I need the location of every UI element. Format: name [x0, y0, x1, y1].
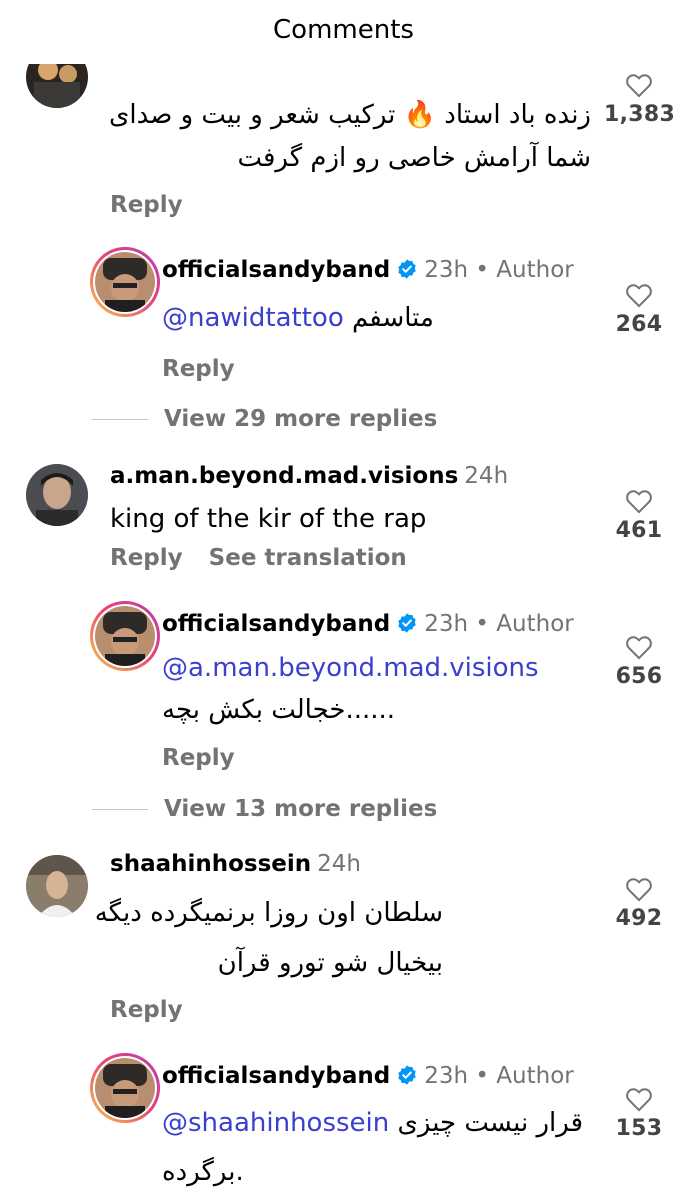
like-count: 492	[615, 906, 663, 931]
view-more-replies[interactable]: View 13 more replies	[92, 796, 437, 822]
avatar[interactable]	[26, 855, 88, 917]
heart-icon	[626, 878, 652, 902]
avatar[interactable]	[90, 247, 160, 317]
comment-time: 23h • Author	[424, 611, 574, 637]
verified-badge-icon	[398, 259, 416, 279]
like-count: 1,383	[604, 102, 676, 127]
heart-icon	[626, 74, 652, 98]
verified-badge-icon	[398, 613, 416, 633]
verified-badge-icon	[398, 1065, 416, 1085]
heart-icon	[626, 284, 652, 308]
reply-button[interactable]: Reply	[110, 997, 209, 1023]
comment-time: 24h	[317, 851, 361, 877]
mention-link[interactable]: @shaahinhossein	[162, 1108, 389, 1138]
comment-text-line: زنده باد استاد 🔥 ترکیب شعر و بیت و صدای	[109, 100, 591, 130]
reply-button[interactable]: Reply	[162, 356, 261, 382]
comment-text-body: قرار نیست چیزی	[397, 1108, 584, 1138]
like-count: 264	[615, 312, 663, 337]
mention-link[interactable]: @nawidtattoo	[162, 303, 344, 333]
comment-text-body: متاسفم	[352, 303, 434, 333]
reply-button[interactable]: Reply	[110, 192, 209, 218]
comment-text-line: شما آرامش خاصی رو ازم گرفت	[237, 143, 591, 173]
like-count: 656	[615, 664, 663, 689]
like-button[interactable]: 1,383	[604, 72, 676, 127]
comment-text-line: .برگرده	[162, 1157, 244, 1187]
comments-header: Comments	[0, 0, 687, 64]
divider	[92, 809, 148, 810]
comment-text: @shaahinhossein قرار نیست چیزی	[162, 1103, 583, 1143]
username[interactable]: officialsandyband	[162, 611, 390, 637]
view-more-replies[interactable]: View 29 more replies	[92, 406, 437, 432]
comment-text-line: سلطان اون روزا برنمیگرده دیگه	[94, 898, 443, 928]
username[interactable]: shaahinhossein	[110, 851, 311, 877]
comment-text: @nawidtattoo متاسفم	[162, 298, 434, 338]
avatar[interactable]	[26, 464, 88, 526]
like-button[interactable]: 461	[604, 488, 674, 543]
like-button[interactable]: 656	[604, 634, 674, 689]
like-count: 461	[615, 518, 663, 543]
username[interactable]: officialsandyband	[162, 1063, 390, 1089]
heart-icon	[626, 1088, 652, 1112]
heart-icon	[626, 490, 652, 514]
comment-text: king of the kir of the rap	[110, 504, 427, 534]
comment-meta: officialsandyband 23h • Author	[162, 1063, 574, 1089]
reply-button[interactable]: Reply	[162, 745, 261, 771]
comment-actions: Reply See translation	[110, 545, 433, 571]
see-translation-button[interactable]: See translation	[209, 545, 407, 571]
avatar[interactable]	[90, 601, 160, 671]
comment-time: 23h • Author	[424, 1063, 574, 1089]
comment-time: 24h	[464, 463, 509, 489]
comment-time: 23h • Author	[424, 257, 574, 283]
like-button[interactable]: 492	[604, 876, 674, 931]
comment-meta: officialsandyband 23h • Author	[162, 257, 574, 283]
heart-icon	[626, 636, 652, 660]
divider	[92, 419, 148, 420]
comment-meta: shaahinhossein 24h	[110, 851, 361, 877]
like-button[interactable]: 153	[604, 1086, 674, 1141]
avatar[interactable]	[90, 1053, 160, 1123]
page-title: Comments	[273, 15, 414, 45]
reply-button[interactable]: Reply	[110, 545, 183, 571]
username[interactable]: officialsandyband	[162, 257, 390, 283]
comment-text-line: ......خجالت بکش بچه	[162, 695, 396, 725]
comment-meta: officialsandyband 23h • Author	[162, 611, 574, 637]
username[interactable]: a.man.beyond.mad.visions	[110, 463, 458, 489]
comment-meta: a.man.beyond.mad.visions 24h	[110, 463, 508, 489]
mention-link[interactable]: @a.man.beyond.mad.visions	[162, 648, 539, 688]
like-count: 153	[615, 1116, 663, 1141]
comment-text-line: بیخیال شو تورو قرآن	[217, 948, 443, 978]
like-button[interactable]: 264	[604, 282, 674, 337]
